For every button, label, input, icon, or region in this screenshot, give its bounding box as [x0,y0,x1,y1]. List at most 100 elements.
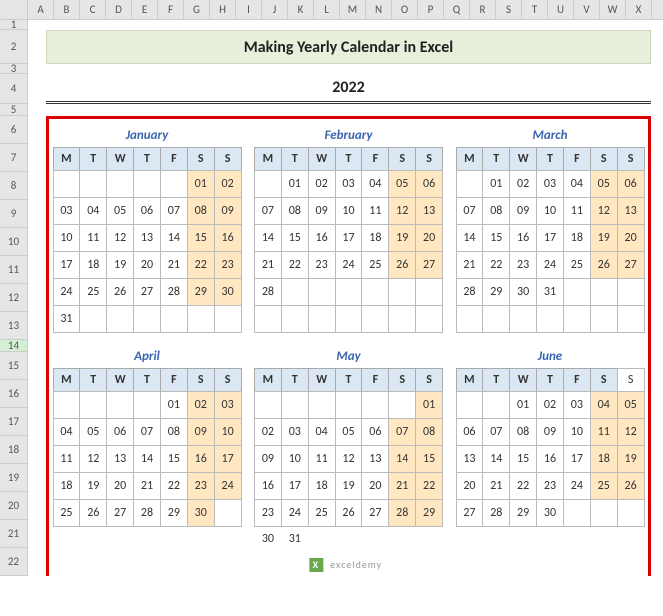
day-cell[interactable]: 08 [509,418,537,446]
day-cell[interactable]: 02 [509,170,537,198]
day-cell[interactable]: 06 [106,418,134,446]
day-cell[interactable]: 25 [361,251,389,279]
row-header-14[interactable]: 14 [0,340,27,352]
day-cell[interactable]: 21 [133,472,161,500]
day-cell[interactable] [456,305,484,333]
day-cell[interactable] [106,305,134,333]
day-cell[interactable]: 22 [281,251,309,279]
day-cell[interactable]: 13 [617,197,645,225]
day-cell[interactable]: 19 [590,224,618,252]
day-cell[interactable]: 12 [617,418,645,446]
day-cell[interactable]: 31 [281,526,309,554]
day-cell[interactable]: 27 [617,251,645,279]
day-cell[interactable]: 15 [281,224,309,252]
col-header-F[interactable]: F [158,0,184,19]
day-cell[interactable]: 03 [335,170,363,198]
day-cell[interactable]: 23 [254,499,282,527]
day-cell[interactable]: 28 [160,278,188,306]
day-cell[interactable]: 20 [456,472,484,500]
day-cell[interactable]: 23 [536,472,564,500]
day-cell[interactable]: 07 [456,197,484,225]
day-cell[interactable]: 26 [335,499,363,527]
day-cell[interactable] [214,305,242,333]
day-cell[interactable]: 29 [482,278,510,306]
day-cell[interactable] [482,391,510,419]
day-cell[interactable]: 30 [536,499,564,527]
day-cell[interactable]: 23 [509,251,537,279]
day-cell[interactable]: 30 [254,526,282,554]
day-cell[interactable]: 02 [536,391,564,419]
day-cell[interactable]: 17 [335,224,363,252]
day-cell[interactable]: 26 [106,278,134,306]
day-cell[interactable]: 10 [53,224,81,252]
day-cell[interactable]: 04 [361,170,389,198]
day-cell[interactable]: 07 [388,418,416,446]
day-cell[interactable]: 29 [187,278,215,306]
day-cell[interactable]: 17 [281,472,309,500]
day-cell[interactable]: 08 [187,197,215,225]
day-cell[interactable] [254,305,282,333]
day-cell[interactable] [79,305,107,333]
col-header-T[interactable]: T [522,0,548,19]
col-header-G[interactable]: G [184,0,210,19]
day-cell[interactable]: 27 [133,278,161,306]
col-header-P[interactable]: P [418,0,444,19]
day-cell[interactable]: 24 [563,472,591,500]
day-cell[interactable]: 14 [388,445,416,473]
day-cell[interactable]: 14 [254,224,282,252]
day-cell[interactable] [361,305,389,333]
day-cell[interactable]: 04 [53,418,81,446]
day-cell[interactable]: 19 [617,445,645,473]
day-cell[interactable]: 24 [214,472,242,500]
day-cell[interactable]: 03 [281,418,309,446]
day-cell[interactable] [308,526,336,554]
col-header-B[interactable]: B [54,0,80,19]
day-cell[interactable]: 25 [563,251,591,279]
col-header-D[interactable]: D [106,0,132,19]
day-cell[interactable]: 02 [254,418,282,446]
day-cell[interactable]: 18 [79,251,107,279]
day-cell[interactable] [281,305,309,333]
day-cell[interactable]: 13 [133,224,161,252]
day-cell[interactable]: 09 [536,418,564,446]
day-cell[interactable] [617,499,645,527]
day-cell[interactable]: 11 [308,445,336,473]
day-cell[interactable]: 07 [482,418,510,446]
day-cell[interactable] [456,391,484,419]
day-cell[interactable]: 29 [415,499,443,527]
day-cell[interactable] [415,526,443,554]
day-cell[interactable]: 19 [388,224,416,252]
day-cell[interactable]: 20 [617,224,645,252]
day-cell[interactable]: 15 [160,445,188,473]
day-cell[interactable]: 28 [133,499,161,527]
day-cell[interactable]: 11 [563,197,591,225]
day-cell[interactable] [106,170,134,198]
day-cell[interactable]: 25 [53,499,81,527]
col-header-J[interactable]: J [262,0,288,19]
day-cell[interactable] [388,305,416,333]
day-cell[interactable]: 05 [79,418,107,446]
day-cell[interactable]: 02 [308,170,336,198]
day-cell[interactable]: 11 [53,445,81,473]
row-header-9[interactable]: 9 [0,200,27,228]
day-cell[interactable] [563,305,591,333]
row-header-6[interactable]: 6 [0,116,27,144]
day-cell[interactable] [308,391,336,419]
day-cell[interactable]: 16 [509,224,537,252]
day-cell[interactable]: 26 [617,472,645,500]
col-header-M[interactable]: M [340,0,366,19]
day-cell[interactable]: 24 [281,499,309,527]
day-cell[interactable]: 18 [563,224,591,252]
day-cell[interactable]: 18 [590,445,618,473]
row-header-3[interactable]: 3 [0,64,27,74]
day-cell[interactable]: 26 [79,499,107,527]
day-cell[interactable]: 04 [563,170,591,198]
day-cell[interactable]: 03 [536,170,564,198]
col-header-V[interactable]: V [574,0,600,19]
day-cell[interactable] [617,278,645,306]
col-header-X[interactable]: X [626,0,652,19]
day-cell[interactable]: 28 [482,499,510,527]
day-cell[interactable]: 12 [106,224,134,252]
row-header-1[interactable]: 1 [0,20,27,30]
day-cell[interactable] [254,391,282,419]
